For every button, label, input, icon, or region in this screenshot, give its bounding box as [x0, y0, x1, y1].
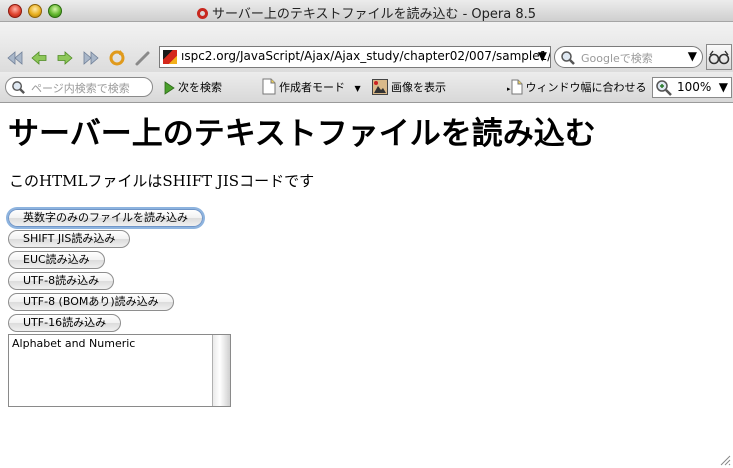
- load-utf16-button[interactable]: UTF-16読み込み: [8, 314, 122, 332]
- fit-to-window-button[interactable]: ▸ ウィンドウ幅に合わせる: [507, 78, 647, 98]
- show-images-button[interactable]: 画像を表示: [372, 78, 446, 98]
- find-placeholder: ページ内検索で検索: [31, 82, 130, 95]
- find-search-icon: [12, 81, 25, 94]
- forward-icon: [57, 51, 73, 65]
- address-url: ıspc2.org/JavaScript/Ajax/Ajax_study/cha…: [181, 49, 551, 63]
- fast-forward-button[interactable]: [82, 49, 100, 67]
- load-alphanumeric-button[interactable]: 英数字のみのファイルを読み込み: [8, 209, 203, 227]
- image-icon: [372, 79, 388, 95]
- show-images-label: 画像を表示: [391, 81, 446, 94]
- search-icon: [561, 51, 575, 65]
- rewind-button[interactable]: [6, 49, 24, 67]
- author-mode-dropdown-icon: ▼: [354, 84, 361, 93]
- page-description: このHTMLファイルはSHIFT JISコードです: [9, 172, 315, 190]
- find-next-button[interactable]: 次を検索: [163, 78, 222, 98]
- find-next-label: 次を検索: [178, 81, 222, 94]
- load-utf8-bom-button[interactable]: UTF-8 (BOMあり)読み込み: [8, 293, 174, 311]
- site-favicon-icon: [163, 50, 177, 64]
- edit-button[interactable]: [134, 49, 152, 67]
- author-mode-button[interactable]: 作成者モード ▼: [262, 78, 361, 98]
- textarea-scrollbar[interactable]: [212, 335, 230, 406]
- window-title-text: サーバー上のテキストファイルを読み込む - Opera 8.5: [211, 7, 537, 22]
- rewind-icon: [7, 51, 23, 65]
- resize-grip-icon[interactable]: [719, 454, 731, 466]
- page-title: サーバー上のテキストファイルを読み込む: [8, 116, 596, 152]
- address-bar[interactable]: ıspc2.org/JavaScript/Ajax/Ajax_study/cha…: [159, 46, 551, 68]
- reload-button[interactable]: [108, 49, 126, 67]
- zoom-dropdown-icon[interactable]: ▼: [719, 80, 728, 94]
- load-euc-button[interactable]: EUC読み込み: [8, 251, 105, 269]
- google-search-field[interactable]: Googleで検索 ▼: [554, 46, 703, 68]
- find-in-page-field[interactable]: ページ内検索で検索: [5, 77, 153, 97]
- page-fit-icon: [511, 79, 523, 95]
- result-textarea[interactable]: Alphabet and Numeric: [8, 334, 231, 407]
- address-dropdown-icon[interactable]: ▼: [538, 49, 547, 63]
- play-arrow-icon: [164, 81, 175, 95]
- edit-icon: [135, 51, 150, 66]
- zoom-value: 100%: [677, 80, 712, 94]
- result-text: Alphabet and Numeric: [12, 337, 136, 350]
- glasses-icon: [708, 50, 730, 65]
- load-utf8-button[interactable]: UTF-8読み込み: [8, 272, 115, 290]
- reload-icon: [109, 50, 125, 66]
- fast-forward-icon: [83, 51, 99, 65]
- back-button[interactable]: [30, 49, 48, 67]
- zoom-icon: [656, 80, 672, 96]
- fit-to-window-label: ウィンドウ幅に合わせる: [525, 81, 647, 94]
- glasses-button[interactable]: [706, 44, 732, 70]
- zoom-control[interactable]: 100% ▼: [652, 77, 732, 98]
- forward-button[interactable]: [56, 49, 74, 67]
- window-title: サーバー上のテキストファイルを読み込む - Opera 8.5: [0, 3, 733, 22]
- google-search-placeholder: Googleで検索: [581, 52, 653, 65]
- load-shift-jis-button[interactable]: SHIFT JIS読み込み: [8, 230, 131, 248]
- author-mode-label: 作成者モード: [279, 81, 345, 94]
- search-engine-dropdown-icon[interactable]: ▼: [688, 49, 697, 63]
- title-bar: サーバー上のテキストファイルを読み込む - Opera 8.5: [0, 0, 733, 22]
- opera-logo-icon: [196, 8, 208, 19]
- document-icon: [262, 78, 276, 95]
- back-icon: [31, 51, 47, 65]
